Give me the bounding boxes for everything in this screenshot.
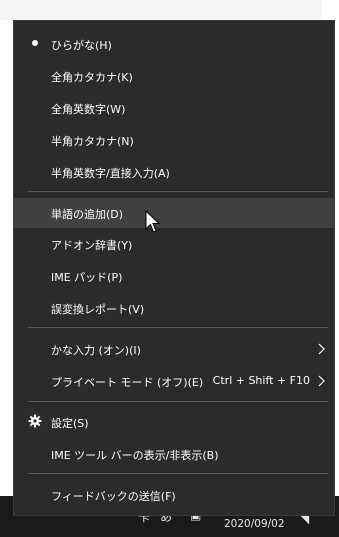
menu-item-send-feedback[interactable]: フィードバックの送信(F): [14, 480, 334, 510]
menu-item-label: 半角英数字/直接入力(A): [51, 167, 170, 180]
checked-bullet-icon: [28, 36, 42, 50]
menu-item-label: ひらがな(H): [51, 39, 112, 52]
taskbar-date[interactable]: 2020/09/02: [224, 518, 285, 530]
menu-item-conversion-report[interactable]: 誤変換レポート(V): [14, 293, 334, 323]
chevron-right-icon: [318, 375, 325, 387]
menu-item-label: IME ツール バーの表示/非表示(B): [51, 449, 219, 462]
menu-item-fullwidth-alphanumeric[interactable]: 全角英数字(W): [14, 93, 334, 123]
background-window-top: [0, 0, 339, 20]
menu-item-add-word[interactable]: 単語の追加(D): [14, 198, 334, 228]
menu-item-label: IME パッド(P): [51, 271, 123, 284]
menu-item-private-mode[interactable]: プライベート モード (オフ)(E) Ctrl + Shift + F10: [14, 366, 334, 396]
menu-item-halfwidth-katakana[interactable]: 半角カタカナ(N): [14, 125, 334, 155]
menu-item-label: フィードバックの送信(F): [51, 490, 176, 503]
menu-item-addon-dictionary[interactable]: アドオン辞書(Y): [14, 229, 334, 259]
menu-separator: [28, 191, 328, 192]
menu-item-fullwidth-katakana[interactable]: 全角カタカナ(K): [14, 61, 334, 91]
menu-item-label: 半角カタカナ(N): [51, 135, 134, 148]
menu-item-ime-pad[interactable]: IME パッド(P): [14, 261, 334, 291]
gear-icon: [28, 414, 42, 428]
chevron-right-icon: [318, 343, 325, 355]
menu-item-direct-input[interactable]: 半角英数字/直接入力(A): [14, 157, 334, 187]
menu-item-hiragana[interactable]: ひらがな(H): [14, 29, 334, 59]
menu-item-settings[interactable]: 設定(S): [14, 407, 334, 437]
mouse-cursor-icon: [145, 210, 161, 233]
menu-item-label: 誤変換レポート(V): [51, 303, 145, 316]
menu-separator: [28, 401, 328, 402]
menu-item-label: プライベート モード (オフ)(E): [51, 376, 204, 389]
menu-item-label: 設定(S): [51, 417, 89, 430]
menu-item-kana-input[interactable]: かな入力 (オン)(I): [14, 334, 334, 364]
menu-item-shortcut: Ctrl + Shift + F10: [212, 374, 310, 387]
menu-item-label: アドオン辞書(Y): [51, 239, 133, 252]
menu-item-toggle-toolbar[interactable]: IME ツール バーの表示/非表示(B): [14, 439, 334, 469]
menu-separator: [28, 327, 328, 328]
menu-item-label: 単語の追加(D): [51, 208, 124, 221]
menu-item-label: 全角カタカナ(K): [51, 71, 133, 84]
menu-separator: [28, 473, 328, 474]
menu-item-label: 全角英数字(W): [51, 103, 126, 116]
menu-item-label: かな入力 (オン)(I): [51, 344, 141, 357]
ime-context-menu: ひらがな(H) 全角カタカナ(K) 全角英数字(W) 半角カタカナ(N) 半角英…: [13, 20, 335, 516]
